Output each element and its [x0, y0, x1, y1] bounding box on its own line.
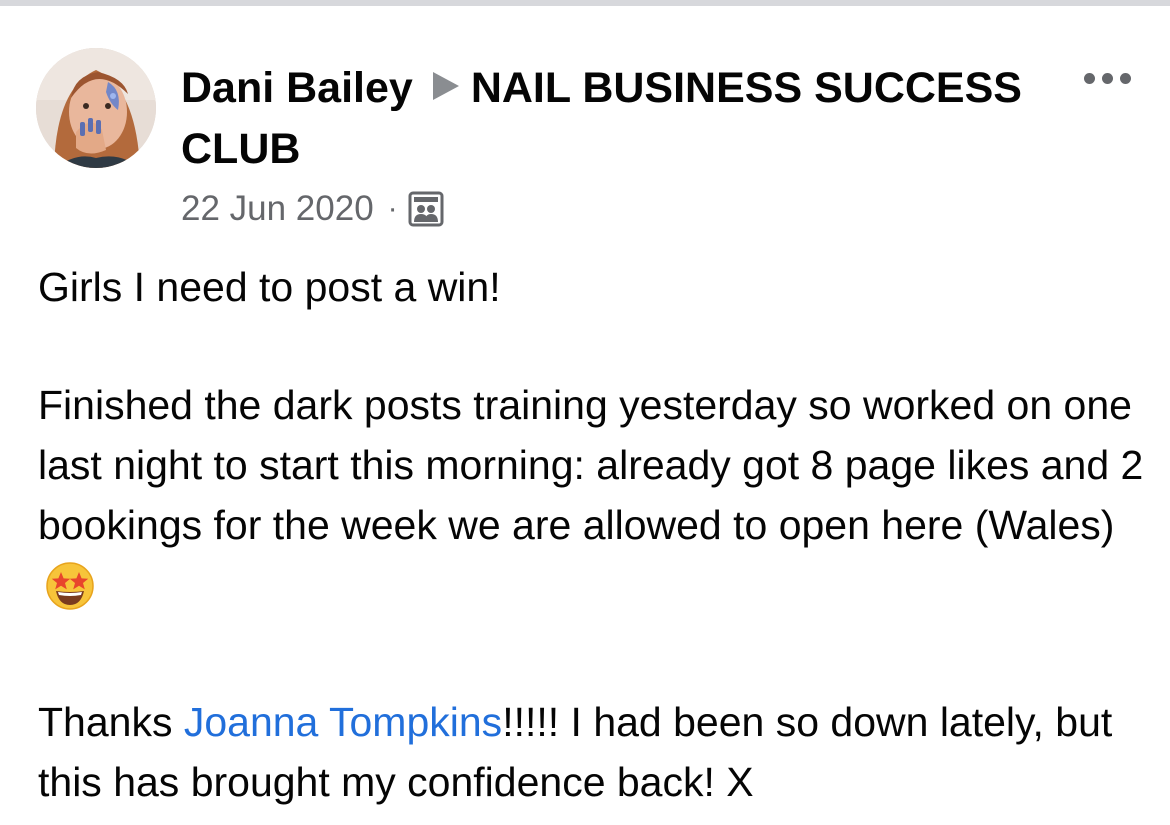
post-meta: 22 Jun 2020 ·	[181, 187, 444, 231]
author-avatar[interactable]	[36, 48, 156, 168]
more-options-dot	[1120, 72, 1131, 84]
group-post: Dani Bailey NAIL BUSINESS SUCCESS CLUB 22…	[0, 6, 1170, 825]
author-name[interactable]: Dani Bailey	[181, 64, 413, 112]
avatar-photo-icon	[36, 48, 156, 168]
posted-in-arrow-icon	[432, 72, 459, 100]
post-paragraph-1: Girls I need to post a win!	[38, 264, 501, 310]
star-struck-emoji-icon	[44, 559, 96, 611]
thanks-prefix: Thanks	[38, 699, 184, 745]
post-paragraph-3: Thanks Joanna Tompkins!!!!! I had been s…	[38, 692, 1148, 812]
post-paragraph-2-text: Finished the dark posts training yesterd…	[38, 382, 1144, 548]
meta-separator: ·	[387, 192, 398, 225]
mention-link[interactable]: Joanna Tompkins	[184, 699, 502, 745]
more-options-dot	[1102, 72, 1113, 84]
group-members-icon[interactable]	[408, 191, 444, 227]
more-options-icon	[1084, 72, 1095, 84]
post-header-title: Dani Bailey NAIL BUSINESS SUCCESS CLUB	[181, 58, 1061, 180]
post-paragraph-2: Finished the dark posts training yesterd…	[38, 375, 1148, 615]
post-date[interactable]: 22 Jun 2020	[181, 189, 374, 229]
more-options-button[interactable]	[1084, 66, 1138, 90]
